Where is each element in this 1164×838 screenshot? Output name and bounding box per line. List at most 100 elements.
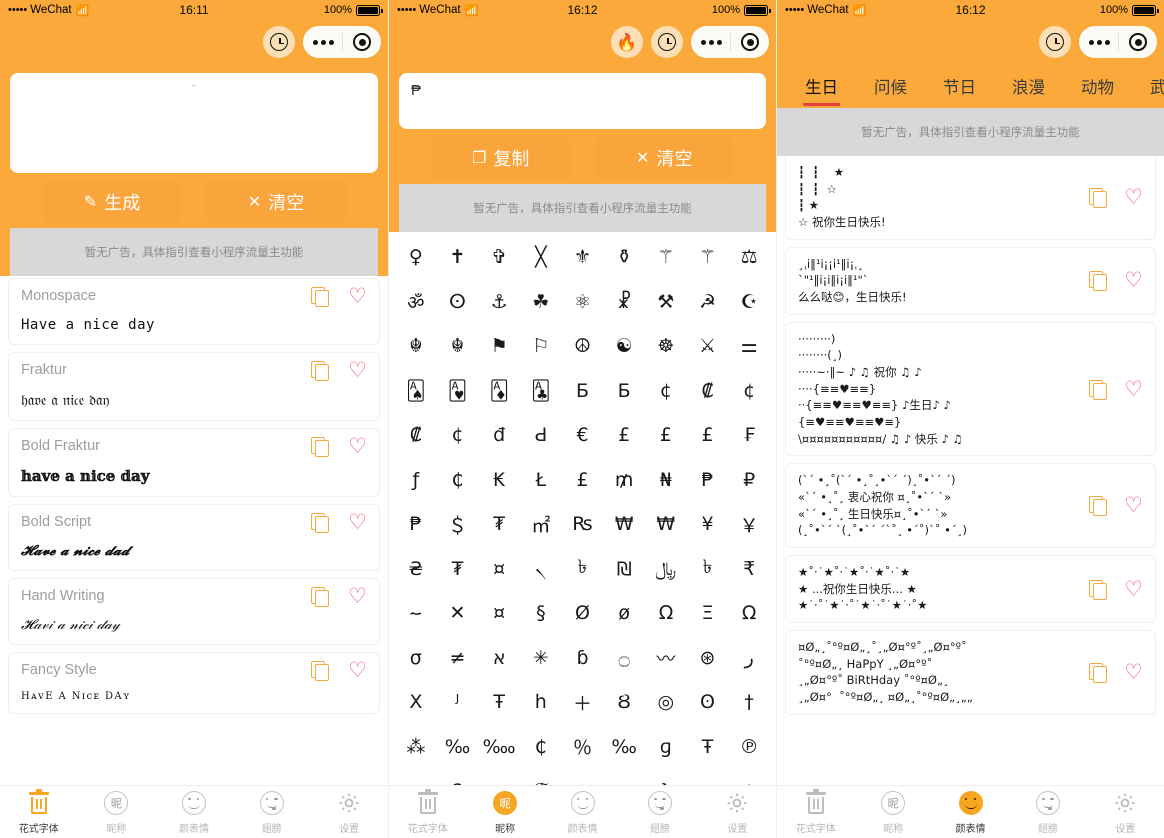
symbol-cell[interactable]: ⚱ <box>603 235 645 280</box>
target-icon[interactable] <box>353 33 372 51</box>
symbol-cell[interactable]: ₦ <box>645 458 687 503</box>
symbol-cell[interactable]: ₨ <box>562 502 604 547</box>
tab-settings[interactable]: 设置 <box>1087 790 1164 835</box>
symbol-cell[interactable]: 〰 <box>645 636 687 681</box>
ad-banner-1[interactable]: 暂无广告，具体指引查看小程序流量主功能 <box>10 228 378 276</box>
symbol-cell[interactable]: ◎ <box>645 680 687 725</box>
target-icon[interactable] <box>741 33 760 51</box>
tab-settings[interactable]: 设置 <box>310 790 388 835</box>
symbol-cell[interactable]: ‰ <box>437 725 479 770</box>
copy-icon[interactable] <box>1089 187 1108 208</box>
heart-icon[interactable]: ♡ <box>1124 495 1143 516</box>
copy-icon[interactable] <box>1089 496 1108 517</box>
symbol-cell[interactable]: Ԁ <box>520 413 562 458</box>
heart-icon[interactable]: ♡ <box>1124 270 1143 291</box>
category-tabs[interactable]: 生日 问候 节日 浪漫 动物 武器 面 <box>777 64 1164 108</box>
copy-button[interactable]: ❐ 复制 <box>431 137 571 179</box>
symbol-cell[interactable]: ¢ <box>645 369 687 414</box>
heart-icon[interactable]: ♡ <box>348 286 367 307</box>
flame-capsule-button[interactable]: 🔥 <box>611 26 643 58</box>
tab-fancy-fonts[interactable]: 花式字体 <box>389 789 466 835</box>
symbol-cell[interactable]: ☧ <box>603 280 645 325</box>
symbol-cell[interactable]: ╳ <box>520 235 562 280</box>
symbol-cell[interactable]: 🃁 <box>478 369 520 414</box>
text-input-2[interactable]: ₱ <box>399 73 766 129</box>
symbol-cell[interactable]: ☮ <box>562 324 604 369</box>
tab-romance[interactable]: 浪漫 <box>994 64 1063 108</box>
symbol-cell[interactable]: ₵ <box>520 725 562 770</box>
symbol-cell[interactable]: Ω <box>728 591 770 636</box>
heart-icon[interactable]: ♡ <box>348 660 367 681</box>
clear-button-2[interactable]: ✕ 清空 <box>594 137 734 179</box>
symbol-cell[interactable]: א <box>478 636 520 681</box>
symbol-cell[interactable]: ₩ <box>603 502 645 547</box>
symbol-cell[interactable]: λ <box>645 769 687 785</box>
symbol-cell[interactable]: ʘ <box>687 680 729 725</box>
symbol-cell[interactable]: ‱ <box>478 725 520 770</box>
generate-button[interactable]: ✎ 生成 <box>42 181 182 223</box>
list-item[interactable]: ¸ˌi‖¹i¡¡i¹‖i¡ˌ¸ `"¹‖i¡i‖i¡i‖¹"` 么么哒😊，生日快… <box>785 246 1156 315</box>
symbol-cell[interactable]: ₴ <box>395 547 437 592</box>
symbol-cell[interactable]: ₱ <box>687 458 729 503</box>
symbol-cell[interactable]: ₮ <box>437 547 479 592</box>
copy-icon[interactable] <box>1089 379 1108 400</box>
symbol-cell[interactable]: ॐ <box>395 280 437 325</box>
symbol-cell[interactable]: ☬ <box>437 324 479 369</box>
symbol-cell[interactable]: ø <box>603 591 645 636</box>
heart-icon[interactable]: ♡ <box>1124 187 1143 208</box>
symbol-cell[interactable]: Б <box>562 369 604 414</box>
heart-icon[interactable]: ♡ <box>1124 579 1143 600</box>
symbol-cell[interactable]: ≠ <box>437 636 479 681</box>
heart-icon[interactable]: ♡ <box>348 436 367 457</box>
symbol-cell[interactable]: ⵙ <box>437 280 479 325</box>
symbol-cell[interactable]: ₪ <box>603 547 645 592</box>
symbol-cell[interactable]: † <box>728 680 770 725</box>
symbol-cell[interactable]: σ <box>395 636 437 681</box>
ad-banner-2[interactable]: 暂无广告，具体指引查看小程序流量主功能 <box>399 184 766 232</box>
symbol-cell[interactable]: ɓ <box>562 636 604 681</box>
symbol-cell[interactable]: ⁂ <box>395 725 437 770</box>
symbol-cell[interactable]: ₹ <box>728 547 770 592</box>
symbol-cell[interactable]: ɡ <box>645 725 687 770</box>
symbol-cell[interactable]: Ŧ <box>478 680 520 725</box>
list-item[interactable]: Bold Script 𝓗𝓪𝓿𝓮 𝓪 𝓷𝓲𝓬𝓮 𝓭𝓪𝓭 ♡ <box>8 504 380 571</box>
symbol-cell[interactable]: ۝ <box>603 636 645 681</box>
symbol-cell[interactable]: Ŧ <box>687 725 729 770</box>
list-item[interactable]: Monospace Have a nice day ♡ <box>8 278 380 345</box>
heart-icon[interactable]: ♡ <box>1124 379 1143 400</box>
symbol-cell[interactable]: ر <box>728 636 770 681</box>
tab-settings[interactable]: 设置 <box>699 790 776 835</box>
symbol-cell[interactable]: ₡ <box>395 413 437 458</box>
list-item[interactable]: ·········) ········(¸) ·····~·‖~ ♪ ♫ 祝你 … <box>785 321 1156 457</box>
symbol-cell[interactable]: Ȝ <box>437 769 479 785</box>
text-input-1[interactable]: ¨ <box>10 73 378 173</box>
copy-icon[interactable] <box>311 587 330 607</box>
target-icon[interactable] <box>1129 33 1148 51</box>
symbol-cell[interactable]: ¤ <box>478 591 520 636</box>
list-item[interactable]: ┇ ┇ ★ ┇ ┇ ☆ ┇ ★ ☆ 祝你生日快乐! ♡ <box>785 156 1156 240</box>
symbol-cell[interactable]: ৳ <box>687 547 729 592</box>
clock-capsule-button-2[interactable] <box>651 26 683 58</box>
symbol-cell[interactable]: đ <box>478 413 520 458</box>
copy-icon[interactable] <box>1089 579 1108 600</box>
symbol-cell[interactable]: ¥ <box>687 502 729 547</box>
clear-button-1[interactable]: ✕ 清空 <box>206 181 346 223</box>
tab-weapon[interactable]: 武器 <box>1132 64 1164 108</box>
symbol-cell[interactable]: Ȣ <box>603 680 645 725</box>
symbol-cell[interactable]: £ <box>603 413 645 458</box>
symbol-cell[interactable]: ₥ <box>603 458 645 503</box>
symbol-cell[interactable]: Б <box>603 369 645 414</box>
tab-birthday[interactable]: 生日 <box>787 64 856 108</box>
tab-wings[interactable]: 翅膀 <box>621 790 698 835</box>
symbol-cell[interactable]: ☸ <box>645 324 687 369</box>
symbol-cell[interactable]: ⚓ <box>478 280 520 325</box>
symbol-cell[interactable]: ✕ <box>437 591 479 636</box>
symbol-cell[interactable]: 🂡 <box>395 369 437 414</box>
symbol-cell[interactable]: ⚔ <box>687 324 729 369</box>
symbol-cell[interactable]: ⚌ <box>728 324 770 369</box>
copy-icon[interactable] <box>1089 271 1108 292</box>
wechat-capsule-2[interactable] <box>691 26 769 58</box>
symbol-cell[interactable]: ב <box>603 769 645 785</box>
tab-wings[interactable]: 翅膀 <box>233 790 311 835</box>
symbol-grid[interactable]: ♀ ✝ ✞ ╳ ⚜ ⚱ ⚚ ⚚ ⚖ ॐ ⵙ ⚓ ☘ ⚛ ☧ ⚒ ☭ ☪ ☬ ☬ ⚑ ⚐ ☮ ☯ ☸ ⚔ ⚌ 🂡 🂱 🃁 🃑 Б Б ¢ ₡ ¢ ₡ ¢ đ Ԁ… <box>389 232 776 785</box>
